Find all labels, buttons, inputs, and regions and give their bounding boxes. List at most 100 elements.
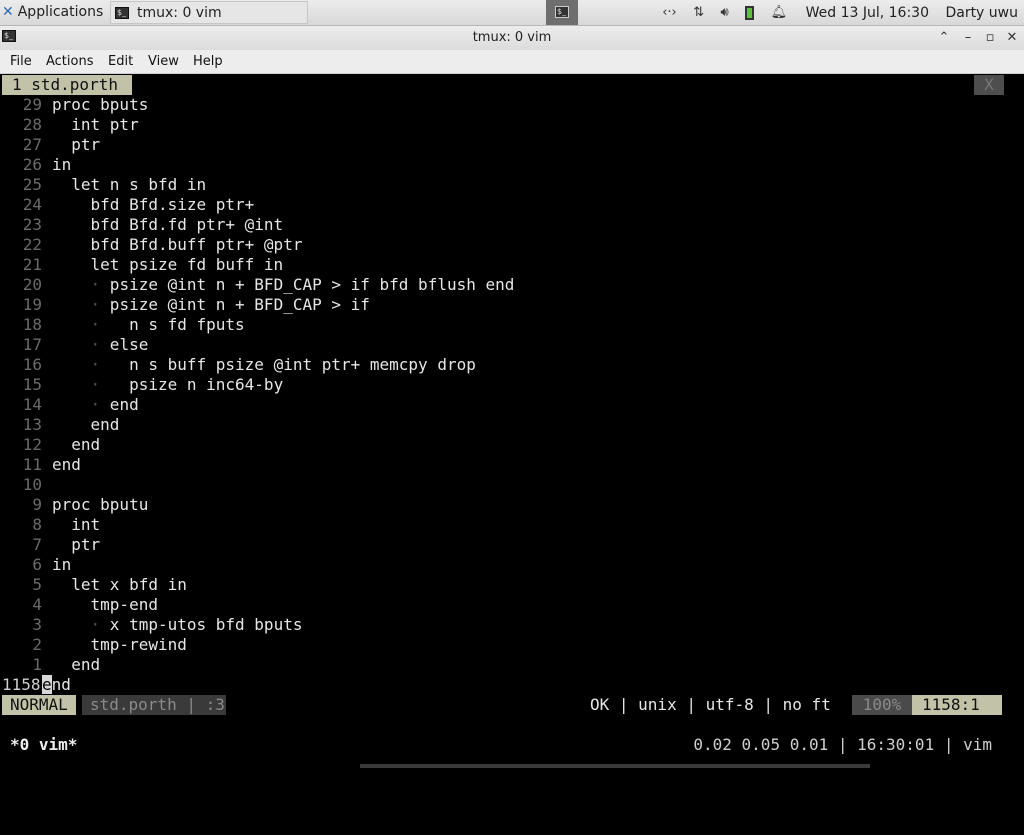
maximize-button[interactable]: ▫ (980, 26, 1000, 50)
code-line[interactable]: 8 int (2, 515, 100, 535)
menu-file[interactable]: File (10, 50, 32, 73)
vim-tabline: 1 std.porth X (2, 75, 1022, 95)
tmux-window-label[interactable]: *0 vim* (10, 735, 77, 755)
current-line[interactable]: 1158end (2, 675, 71, 695)
line-number: 29 (22, 95, 42, 114)
code-line[interactable]: 17 · else (2, 335, 149, 355)
window-titlebar[interactable]: $_ tmux: 0 vim ⌃ – ▫ ✕ (0, 26, 1024, 50)
code-text: end (52, 455, 81, 474)
terminal-icon: $_ (555, 6, 569, 18)
line-number: 26 (22, 155, 42, 174)
indent-guide: · (90, 275, 101, 294)
user-menu[interactable]: Darty uwu (945, 5, 1018, 21)
code-text: tmp-rewind (52, 635, 187, 654)
code-text: ptr (52, 135, 101, 154)
line-number: 12 (22, 435, 42, 454)
code-line[interactable]: 26 in (2, 155, 72, 175)
line-number: 17 (22, 335, 42, 354)
code-line[interactable]: 3 · x tmp-utos bfd bputs (2, 615, 302, 635)
code-line[interactable]: 28 int ptr (2, 115, 139, 135)
code-line[interactable]: 9 proc bputu (2, 495, 148, 515)
line-number: 22 (22, 235, 42, 254)
code-line[interactable]: 15 · psize n inc64-by (2, 375, 283, 395)
code-line[interactable]: 11 end (2, 455, 81, 475)
tab-std-porth[interactable]: 1 std.porth (2, 75, 132, 95)
code-text: end (52, 655, 101, 674)
menu-view[interactable]: View (148, 50, 179, 73)
minimize-button[interactable]: – (958, 26, 978, 50)
code-text: let n s bfd in (52, 175, 207, 194)
line-number: 15 (22, 375, 42, 394)
code-line[interactable]: 12 end (2, 435, 100, 455)
battery-icon[interactable] (745, 5, 755, 20)
clock[interactable]: Wed 13 Jul, 16:30 (806, 5, 929, 21)
mode-indicator: NORMAL (2, 695, 76, 715)
line-number: 25 (22, 175, 42, 194)
code-line[interactable]: 27 ptr (2, 135, 100, 155)
terminal-area[interactable]: 1 std.porth X 29 proc bputs 28 int ptr 27 p… (2, 75, 1022, 768)
code-line[interactable]: 25 let n s bfd in (2, 175, 206, 195)
code-text: in (52, 155, 72, 174)
top-panel: ✕ Applications $_ tmux: 0 vim $_ ‹·› ⇅ 🔊︎ … (0, 0, 1024, 26)
indent-guide: · (90, 615, 101, 634)
menu-edit[interactable]: Edit (108, 50, 133, 73)
code-line[interactable]: 22 bfd Bfd.buff ptr+ @ptr (2, 235, 303, 255)
line-number: 1 (32, 655, 42, 674)
shade-button[interactable]: ⌃ (934, 26, 954, 50)
code-line[interactable]: 24 bfd Bfd.size ptr+ (2, 195, 255, 215)
column-info: | :3 (186, 695, 225, 714)
line-number: 28 (22, 115, 42, 134)
code-text: tmp-end (52, 595, 158, 614)
volume-icon[interactable]: 🔊︎ (721, 0, 729, 25)
menu-actions[interactable]: Actions (46, 50, 94, 73)
taskbar-window-button[interactable]: $_ tmux: 0 vim (110, 1, 308, 24)
menu-help[interactable]: Help (193, 50, 223, 73)
code-text: · else (90, 335, 149, 354)
code-line[interactable]: 23 bfd Bfd.fd ptr+ @int (2, 215, 283, 235)
applications-label: Applications (17, 4, 104, 20)
code-line[interactable]: 21 let psize fd buff in (2, 255, 283, 275)
terminal-icon: $_ (115, 7, 129, 19)
file-format-info: OK | unix | utf-8 | no ft (590, 695, 831, 714)
workspace-switcher[interactable]: $_ (546, 0, 578, 25)
code-line[interactable]: 29 proc bputs (2, 95, 149, 115)
line-number: 19 (22, 295, 42, 314)
indent-guide: · (90, 395, 101, 414)
code-line[interactable]: 1 end (2, 655, 100, 675)
line-number: 1158 (2, 675, 41, 694)
code-line[interactable]: 5 let x bfd in (2, 575, 187, 595)
line-number: 18 (22, 315, 42, 334)
code-line[interactable]: 13 end (2, 415, 120, 435)
code-line[interactable]: 10 (2, 475, 52, 495)
code-line[interactable]: 18 · n s fd fputs (2, 315, 245, 335)
code-text: · n s buff psize @int ptr+ memcpy drop (90, 355, 476, 374)
code-text: end (52, 415, 120, 434)
text-cursor: e (42, 675, 52, 694)
code-line[interactable]: 14 · end (2, 395, 139, 415)
code-line[interactable]: 16 · n s buff psize @int ptr+ memcpy dro… (2, 355, 476, 375)
code-line[interactable]: 19 · psize @int n + BFD_CAP > if (2, 295, 370, 315)
applications-menu[interactable]: ✕ Applications (2, 0, 103, 25)
code-line[interactable]: 4 tmp-end (2, 595, 158, 615)
file-info: std.porth | :3 (82, 695, 226, 715)
line-number: 6 (32, 555, 42, 574)
line-number: 9 (32, 495, 42, 514)
terminal-scrollbar[interactable] (1008, 75, 1022, 685)
code-text: · end (90, 395, 139, 414)
transfer-icon[interactable]: ⇅ (693, 0, 704, 25)
code-line[interactable]: 20 · psize @int n + BFD_CAP > if bfd bfl… (2, 275, 515, 295)
code-text: · psize n inc64-by (90, 375, 284, 394)
line-number: 13 (22, 415, 42, 434)
close-button[interactable]: ✕ (1002, 26, 1022, 50)
line-number: 24 (22, 195, 42, 214)
code-line[interactable]: 6 in (2, 555, 71, 575)
network-icon[interactable]: ‹·› (662, 0, 677, 25)
tab-close-button[interactable]: X (974, 75, 1004, 95)
notification-bell-icon[interactable]: 🔔︎ (771, 0, 788, 25)
code-line[interactable]: 2 tmp-rewind (2, 635, 187, 655)
tmux-status-right: 0.02 0.05 0.01 | 16:30:01 | vim (693, 735, 992, 754)
code-line[interactable]: 7 ptr (2, 535, 100, 555)
horizontal-scrollbar[interactable] (360, 764, 870, 768)
code-text: end (52, 435, 101, 454)
